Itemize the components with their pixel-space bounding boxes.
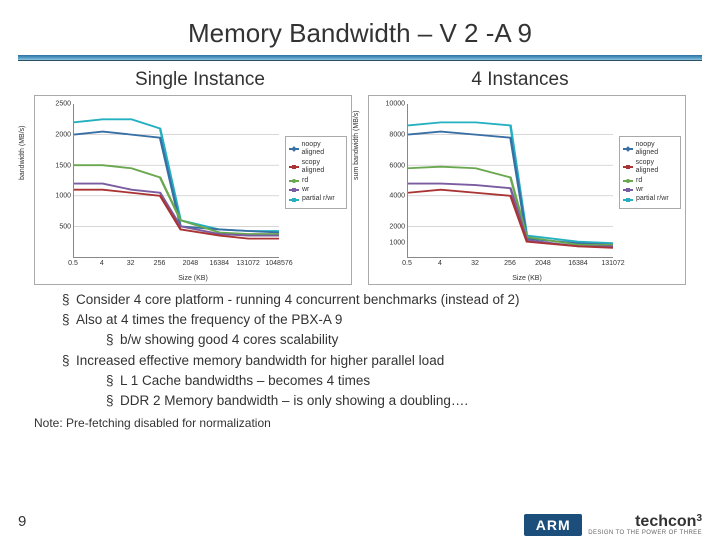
chart-right-yticks: 10000 8000 6000 4000 2000 1000: [381, 104, 405, 258]
chart-left-plot: [73, 104, 279, 258]
chart-left-subtitle: Single Instance: [40, 69, 360, 91]
chart-left-ylabel: bandwidth (MB/s): [19, 126, 26, 180]
bullet-list: Consider 4 core platform - running 4 con…: [62, 291, 684, 410]
chart-right-ylabel: sum bandwidth (MB/s): [353, 110, 360, 180]
chart-right-subtitle: 4 Instances: [360, 69, 680, 91]
chart-four-instances: sum bandwidth (MB/s) Size (KB) 10000 800…: [368, 95, 686, 285]
chart-single-instance: bandwidth (MB/s) Size (KB) 2500 2000 150…: [34, 95, 352, 285]
sub-bullet-item: b/w showing good 4 cores scalability: [106, 331, 684, 349]
bullet-item: Also at 4 times the frequency of the PBX…: [62, 311, 684, 329]
bullet-item: Consider 4 core platform - running 4 con…: [62, 291, 684, 309]
sub-bullet-item: DDR 2 Memory bandwidth – is only showing…: [106, 392, 684, 410]
chart-right-xticks: 0.5 4 32 256 2048 16384 131072: [407, 260, 613, 270]
techcon-wordmark: techcon3 DESIGN TO THE POWER OF THREE: [588, 514, 702, 536]
chart-left-xlabel: Size (KB): [178, 275, 208, 282]
slide-footer: 9 ARM techcon3 DESIGN TO THE POWER OF TH…: [0, 498, 720, 540]
chart-right-legend: noopy aligned scopy aligned rd wr partia…: [619, 136, 681, 209]
page-number: 9: [18, 513, 26, 530]
slide-title: Memory Bandwidth – V 2 -A 9: [0, 0, 720, 55]
chart-right-xlabel: Size (KB): [512, 275, 542, 282]
bullet-item: Increased effective memory bandwidth for…: [62, 352, 684, 370]
chart-left-yticks: 2500 2000 1500 1000 500: [47, 104, 71, 258]
chart-right-plot: [407, 104, 613, 258]
title-underline: [18, 55, 702, 61]
brand-block: ARM techcon3 DESIGN TO THE POWER OF THRE…: [524, 514, 702, 536]
arm-logo-icon: ARM: [524, 514, 582, 536]
chart-left-xticks: 0.5 4 32 256 2048 16384 131072 1048576: [73, 260, 279, 270]
chart-left-legend: noopy aligned scopy aligned rd wr partia…: [285, 136, 347, 209]
sub-bullet-item: L 1 Cache bandwidths – becomes 4 times: [106, 372, 684, 390]
footnote: Note: Pre-fetching disabled for normaliz…: [34, 416, 720, 430]
